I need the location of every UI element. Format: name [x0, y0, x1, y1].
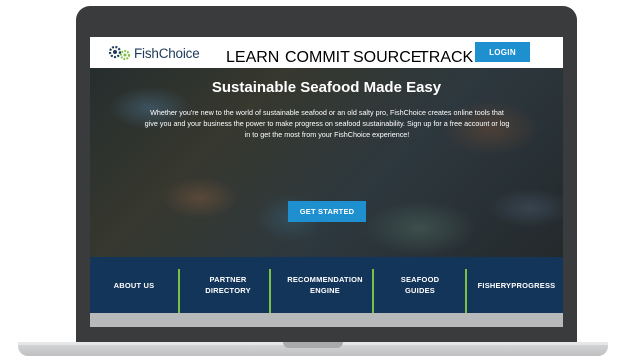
hero-section: Sustainable Seafood Made Easy Whether yo…	[90, 68, 563, 257]
laptop-screen: FishChoice LEARN COMMIT SOURCE TRACK LOG…	[90, 37, 563, 327]
nav-track[interactable]: TRACK	[419, 49, 473, 67]
gear-logo-icon	[108, 44, 132, 62]
screen-bottom-edge	[90, 313, 563, 327]
site-header: FishChoice LEARN COMMIT SOURCE TRACK LOG…	[90, 37, 563, 68]
nav-divider	[372, 269, 374, 313]
logo-text: FishChoice	[134, 45, 200, 61]
get-started-button[interactable]: GET STARTED	[288, 201, 366, 222]
logo[interactable]: FishChoice	[108, 42, 200, 64]
nav-divider	[269, 269, 271, 313]
hero-title: Sustainable Seafood Made Easy	[211, 79, 442, 96]
nav-learn[interactable]: LEARN	[226, 49, 279, 67]
bottom-nav-about-us[interactable]: ABOUT US	[90, 257, 178, 313]
login-button[interactable]: LOGIN	[475, 42, 530, 62]
nav-divider	[465, 269, 467, 313]
nav-commit[interactable]: COMMIT	[285, 49, 350, 67]
bottom-nav-fisheryprogress[interactable]: FISHERYPROGRESS	[470, 257, 563, 313]
laptop-mockup: FishChoice LEARN COMMIT SOURCE TRACK LOG…	[0, 0, 626, 364]
bottom-nav-partner-directory[interactable]: PARTNER DIRECTORY	[196, 257, 260, 313]
hero-description: Whether you're new to the world of susta…	[144, 108, 510, 139]
hero-background-image	[90, 68, 563, 257]
bottom-nav: ABOUT US PARTNER DIRECTORY RECOMMENDATIO…	[90, 257, 563, 313]
laptop-notch	[283, 342, 343, 348]
nav-source[interactable]: SOURCE	[353, 49, 421, 67]
bottom-nav-seafood-guides[interactable]: SEAFOOD GUIDES	[390, 257, 450, 313]
nav-divider	[178, 269, 180, 313]
bottom-nav-recommendation-engine[interactable]: RECOMMENDATION ENGINE	[278, 257, 372, 313]
